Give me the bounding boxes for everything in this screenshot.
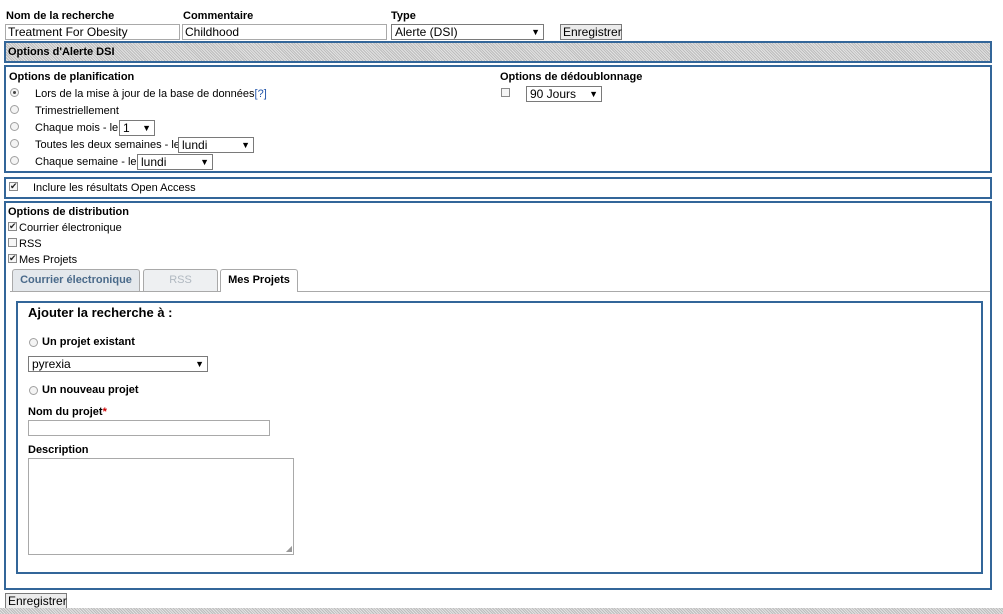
new-project-label: Un nouveau projet bbox=[42, 384, 139, 396]
radio-monthly[interactable] bbox=[10, 122, 19, 131]
weekly-day-select[interactable]: lundi ▼ bbox=[137, 154, 213, 170]
chevron-down-icon: ▼ bbox=[531, 27, 540, 37]
tabs-baseline bbox=[10, 291, 990, 292]
open-access-checkbox[interactable]: ✔ bbox=[9, 182, 18, 191]
projects-panel-title: Ajouter la recherche à : bbox=[28, 305, 173, 320]
monthly-day-select[interactable]: 1 ▼ bbox=[119, 120, 155, 136]
search-name-label: Nom de la recherche bbox=[6, 10, 115, 22]
save-button-top[interactable]: Enregistrer bbox=[560, 24, 622, 40]
existing-project-value: pyrexia bbox=[32, 357, 71, 371]
tab-email[interactable]: Courrier électronique bbox=[12, 269, 140, 291]
radio-existing-project[interactable] bbox=[29, 338, 38, 347]
option-monthly-label: Chaque mois - le bbox=[35, 122, 119, 134]
chevron-down-icon: ▼ bbox=[241, 140, 250, 150]
chevron-down-icon: ▼ bbox=[589, 89, 598, 99]
projects-checkbox[interactable]: ✔ bbox=[8, 254, 17, 263]
radio-weekly[interactable] bbox=[10, 156, 19, 165]
chevron-down-icon: ▼ bbox=[200, 157, 209, 167]
dedup-select-value: 90 Jours bbox=[530, 87, 577, 101]
project-name-input[interactable] bbox=[28, 420, 270, 436]
tab-projects[interactable]: Mes Projets bbox=[220, 269, 298, 292]
rss-checkbox[interactable] bbox=[8, 238, 17, 247]
weekly-day-value: lundi bbox=[141, 155, 167, 169]
radio-biweekly[interactable] bbox=[10, 139, 19, 148]
email-checkbox-label: Courrier électronique bbox=[19, 222, 122, 234]
existing-project-label: Un projet existant bbox=[42, 336, 135, 348]
alert-options-header-text: Options d'Alerte DSI bbox=[8, 46, 115, 58]
existing-project-select[interactable]: pyrexia ▼ bbox=[28, 356, 208, 372]
dedup-title: Options de dédoublonnage bbox=[500, 71, 643, 83]
description-label: Description bbox=[28, 444, 89, 456]
help-link[interactable]: [?] bbox=[255, 88, 267, 100]
radio-quarterly[interactable] bbox=[10, 105, 19, 114]
type-label: Type bbox=[391, 10, 416, 22]
comment-label: Commentaire bbox=[183, 10, 254, 22]
open-access-label: Inclure les résultats Open Access bbox=[33, 182, 196, 194]
option-db-update-label: Lors de la mise à jour de la base de don… bbox=[35, 88, 267, 100]
project-name-label: Nom du projet* bbox=[28, 406, 107, 418]
radio-new-project[interactable] bbox=[29, 386, 38, 395]
planning-title: Options de planification bbox=[9, 71, 135, 83]
chevron-down-icon: ▼ bbox=[142, 123, 151, 133]
option-quarterly-label: Trimestriellement bbox=[35, 105, 119, 117]
biweekly-day-value: lundi bbox=[182, 138, 208, 152]
option-weekly-label: Chaque semaine - le bbox=[35, 156, 137, 168]
required-mark: * bbox=[102, 406, 107, 418]
footer-bar bbox=[0, 608, 1003, 614]
alert-options-header: Options d'Alerte DSI bbox=[4, 41, 992, 63]
option-biweekly-label: Toutes les deux semaines - le bbox=[35, 139, 180, 151]
description-textarea[interactable]: ◢ bbox=[28, 458, 294, 555]
comment-input[interactable]: Childhood bbox=[182, 24, 387, 40]
type-select-value: Alerte (DSI) bbox=[395, 25, 458, 39]
radio-db-update[interactable] bbox=[10, 88, 19, 97]
email-checkbox[interactable]: ✔ bbox=[8, 222, 17, 231]
dedup-checkbox[interactable] bbox=[501, 88, 510, 97]
dedup-select[interactable]: 90 Jours ▼ bbox=[526, 86, 602, 102]
chevron-down-icon: ▼ bbox=[195, 359, 204, 369]
distribution-title: Options de distribution bbox=[8, 206, 129, 218]
type-select[interactable]: Alerte (DSI) ▼ bbox=[391, 24, 544, 40]
search-name-input[interactable]: Treatment For Obesity bbox=[5, 24, 180, 40]
projects-checkbox-label: Mes Projets bbox=[19, 254, 78, 266]
resize-handle-icon[interactable]: ◢ bbox=[286, 545, 292, 553]
biweekly-day-select[interactable]: lundi ▼ bbox=[178, 137, 254, 153]
monthly-day-value: 1 bbox=[123, 121, 130, 135]
tab-rss[interactable]: RSS bbox=[143, 269, 218, 291]
save-button-bottom[interactable]: Enregistrer bbox=[5, 593, 67, 609]
rss-checkbox-label: RSS bbox=[19, 238, 42, 250]
